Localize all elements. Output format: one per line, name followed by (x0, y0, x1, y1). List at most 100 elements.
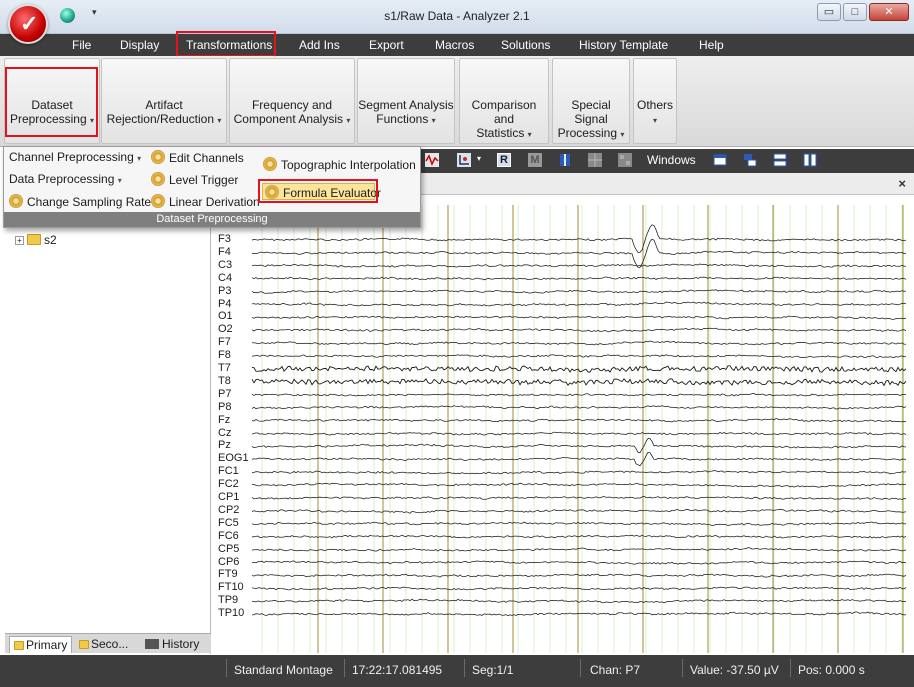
item-label: Level Trigger (169, 173, 239, 187)
app-menu-button[interactable] (8, 4, 48, 44)
maximize-button[interactable]: □ (843, 3, 867, 21)
channel-label[interactable]: EOG1 (218, 453, 249, 464)
channel-label[interactable]: CP5 (218, 543, 239, 555)
channel-label[interactable]: CP6 (218, 556, 239, 568)
dropdown-arrow-icon: ▾ (217, 116, 222, 125)
ribbon-group-line1: Special Signal (571, 98, 611, 126)
channel-label[interactable]: F8 (218, 350, 231, 361)
ribbon-artifact-rejection[interactable]: Artifact Rejection/Reduction ▾ (101, 58, 227, 144)
menu-help[interactable]: Help (699, 38, 724, 52)
menu-file[interactable]: File (72, 38, 91, 52)
channel-label[interactable]: FC1 (218, 466, 239, 477)
gear-icon (263, 157, 277, 171)
title-bar: ▾ s1/Raw Data - Analyzer 2.1 ▭ □ ✕ (0, 0, 914, 44)
ribbon-group-line2: Component Analysis (233, 112, 344, 126)
edit-channels-item[interactable]: Edit Channels (151, 150, 244, 165)
topographic-interpolation-item[interactable]: Topographic Interpolation (263, 157, 416, 172)
chart-axis-icon[interactable] (457, 153, 471, 167)
channel-label[interactable]: FC6 (218, 530, 239, 542)
channel-label[interactable]: F4 (218, 246, 231, 258)
status-bar: Standard Montage 17:22:17.081495 Seg:1/1… (0, 655, 914, 687)
channel-label[interactable]: T7 (218, 363, 231, 374)
eeg-trace-t8 (251, 378, 907, 387)
channel-label[interactable]: P4 (218, 298, 231, 310)
level-trigger-item[interactable]: Level Trigger (151, 172, 238, 187)
menu-display[interactable]: Display (120, 38, 159, 52)
eeg-trace-p8 (251, 405, 907, 410)
data-preprocessing-item[interactable]: Data Preprocessing ▾ (9, 172, 122, 186)
dropdown-arrow-icon[interactable]: ▾ (477, 154, 481, 163)
menu-export[interactable]: Export (369, 38, 404, 52)
tile-vertical-icon[interactable] (803, 153, 817, 167)
tile-horizontal-icon[interactable] (773, 153, 787, 167)
channel-label[interactable]: P3 (218, 285, 231, 297)
channel-label[interactable]: Pz (218, 440, 231, 451)
tree-node-s2[interactable]: + s2 (15, 233, 57, 247)
ribbon-special-signal[interactable]: Special Signal Processing ▾ (552, 58, 630, 144)
eeg-trace-o2 (251, 327, 907, 333)
channel-label[interactable]: FC5 (218, 517, 239, 529)
ribbon-others[interactable]: Others ▾ (633, 58, 677, 144)
menu-history-template[interactable]: History Template (579, 38, 668, 52)
ribbon-comparison-statistics[interactable]: Comparison and Statistics ▾ (459, 58, 549, 144)
menu-add-ins[interactable]: Add Ins (299, 38, 340, 52)
channel-label[interactable]: F7 (218, 337, 231, 348)
minimize-button[interactable]: ▭ (817, 3, 841, 21)
change-sampling-rate-item[interactable]: Change Sampling Rate (9, 194, 151, 209)
channel-label[interactable]: P7 (218, 388, 231, 400)
tab-secondary[interactable]: Seco... (75, 636, 132, 653)
eeg-trace-tp9 (251, 598, 907, 604)
eeg-trace-p7 (251, 393, 906, 397)
cascade-windows-icon[interactable] (743, 153, 757, 167)
book-icon[interactable] (558, 153, 572, 167)
ribbon-segment-analysis[interactable]: Segment Analysis Functions ▾ (357, 58, 455, 144)
channel-label[interactable]: F3 (218, 234, 231, 245)
close-window-button[interactable]: ✕ (869, 3, 909, 21)
expand-icon[interactable]: + (15, 236, 24, 245)
tab-label: Primary (26, 638, 68, 652)
grid-disabled-icon[interactable] (588, 153, 602, 167)
status-channel: Chan: P7 (590, 663, 641, 677)
status-separator (790, 659, 791, 677)
channel-label[interactable]: P8 (218, 401, 231, 413)
eeg-trace-f4 (251, 238, 907, 268)
m-icon[interactable]: M (528, 153, 542, 167)
channel-label[interactable]: Fz (218, 414, 230, 426)
channel-label[interactable]: CP2 (218, 504, 239, 516)
status-position: Pos: 0.000 s (798, 663, 865, 677)
dropdown-arrow-icon: ▾ (431, 116, 436, 125)
channel-label[interactable]: C4 (218, 272, 232, 284)
channel-label[interactable]: O1 (218, 311, 233, 322)
waveform-icon[interactable] (425, 153, 439, 167)
tab-label: History (162, 637, 200, 651)
eeg-viewer[interactable]: F3 F4 C3 C4 P3 P4 O1 O2 F7 F8 T7 T8 P7 P8 Fz Cz Pz EOG1 FC… (214, 195, 910, 653)
item-label: Topographic Interpolation (281, 158, 416, 172)
menu-macros[interactable]: Macros (435, 38, 474, 52)
channel-label[interactable]: TP9 (218, 595, 238, 606)
channel-preprocessing-item[interactable]: Channel Preprocessing ▾ (9, 150, 141, 164)
ribbon-frequency-component[interactable]: Frequency and Component Analysis ▾ (229, 58, 355, 144)
channel-label[interactable]: FT9 (218, 569, 238, 580)
dropdown-group-label: Dataset Preprocessing (4, 212, 420, 227)
linear-derivation-item[interactable]: Linear Derivation (151, 194, 260, 209)
tile-disabled-icon[interactable] (618, 153, 632, 167)
folder-icon (79, 640, 89, 649)
status-separator (344, 659, 345, 677)
channel-label[interactable]: TP10 (218, 608, 244, 619)
channel-label[interactable]: FT10 (218, 582, 244, 593)
close-chart-icon[interactable]: × (898, 176, 906, 191)
channel-label[interactable]: O2 (218, 324, 233, 335)
channel-label[interactable]: C3 (218, 259, 232, 271)
ribbon-group-line2: Processing (557, 126, 617, 140)
channel-label[interactable]: T8 (218, 375, 231, 387)
r-icon[interactable]: R (497, 153, 511, 167)
tab-primary[interactable]: Primary (9, 636, 73, 653)
view-toolbar: ▾ R M Windows (421, 149, 914, 173)
channel-label[interactable]: FC2 (218, 479, 239, 490)
tab-label: Seco... (91, 637, 129, 651)
new-window-icon[interactable] (713, 153, 727, 167)
channel-label[interactable]: Cz (218, 427, 231, 439)
menu-solutions[interactable]: Solutions (501, 38, 550, 52)
tab-history[interactable]: History (141, 636, 203, 653)
channel-label[interactable]: CP1 (218, 492, 239, 503)
